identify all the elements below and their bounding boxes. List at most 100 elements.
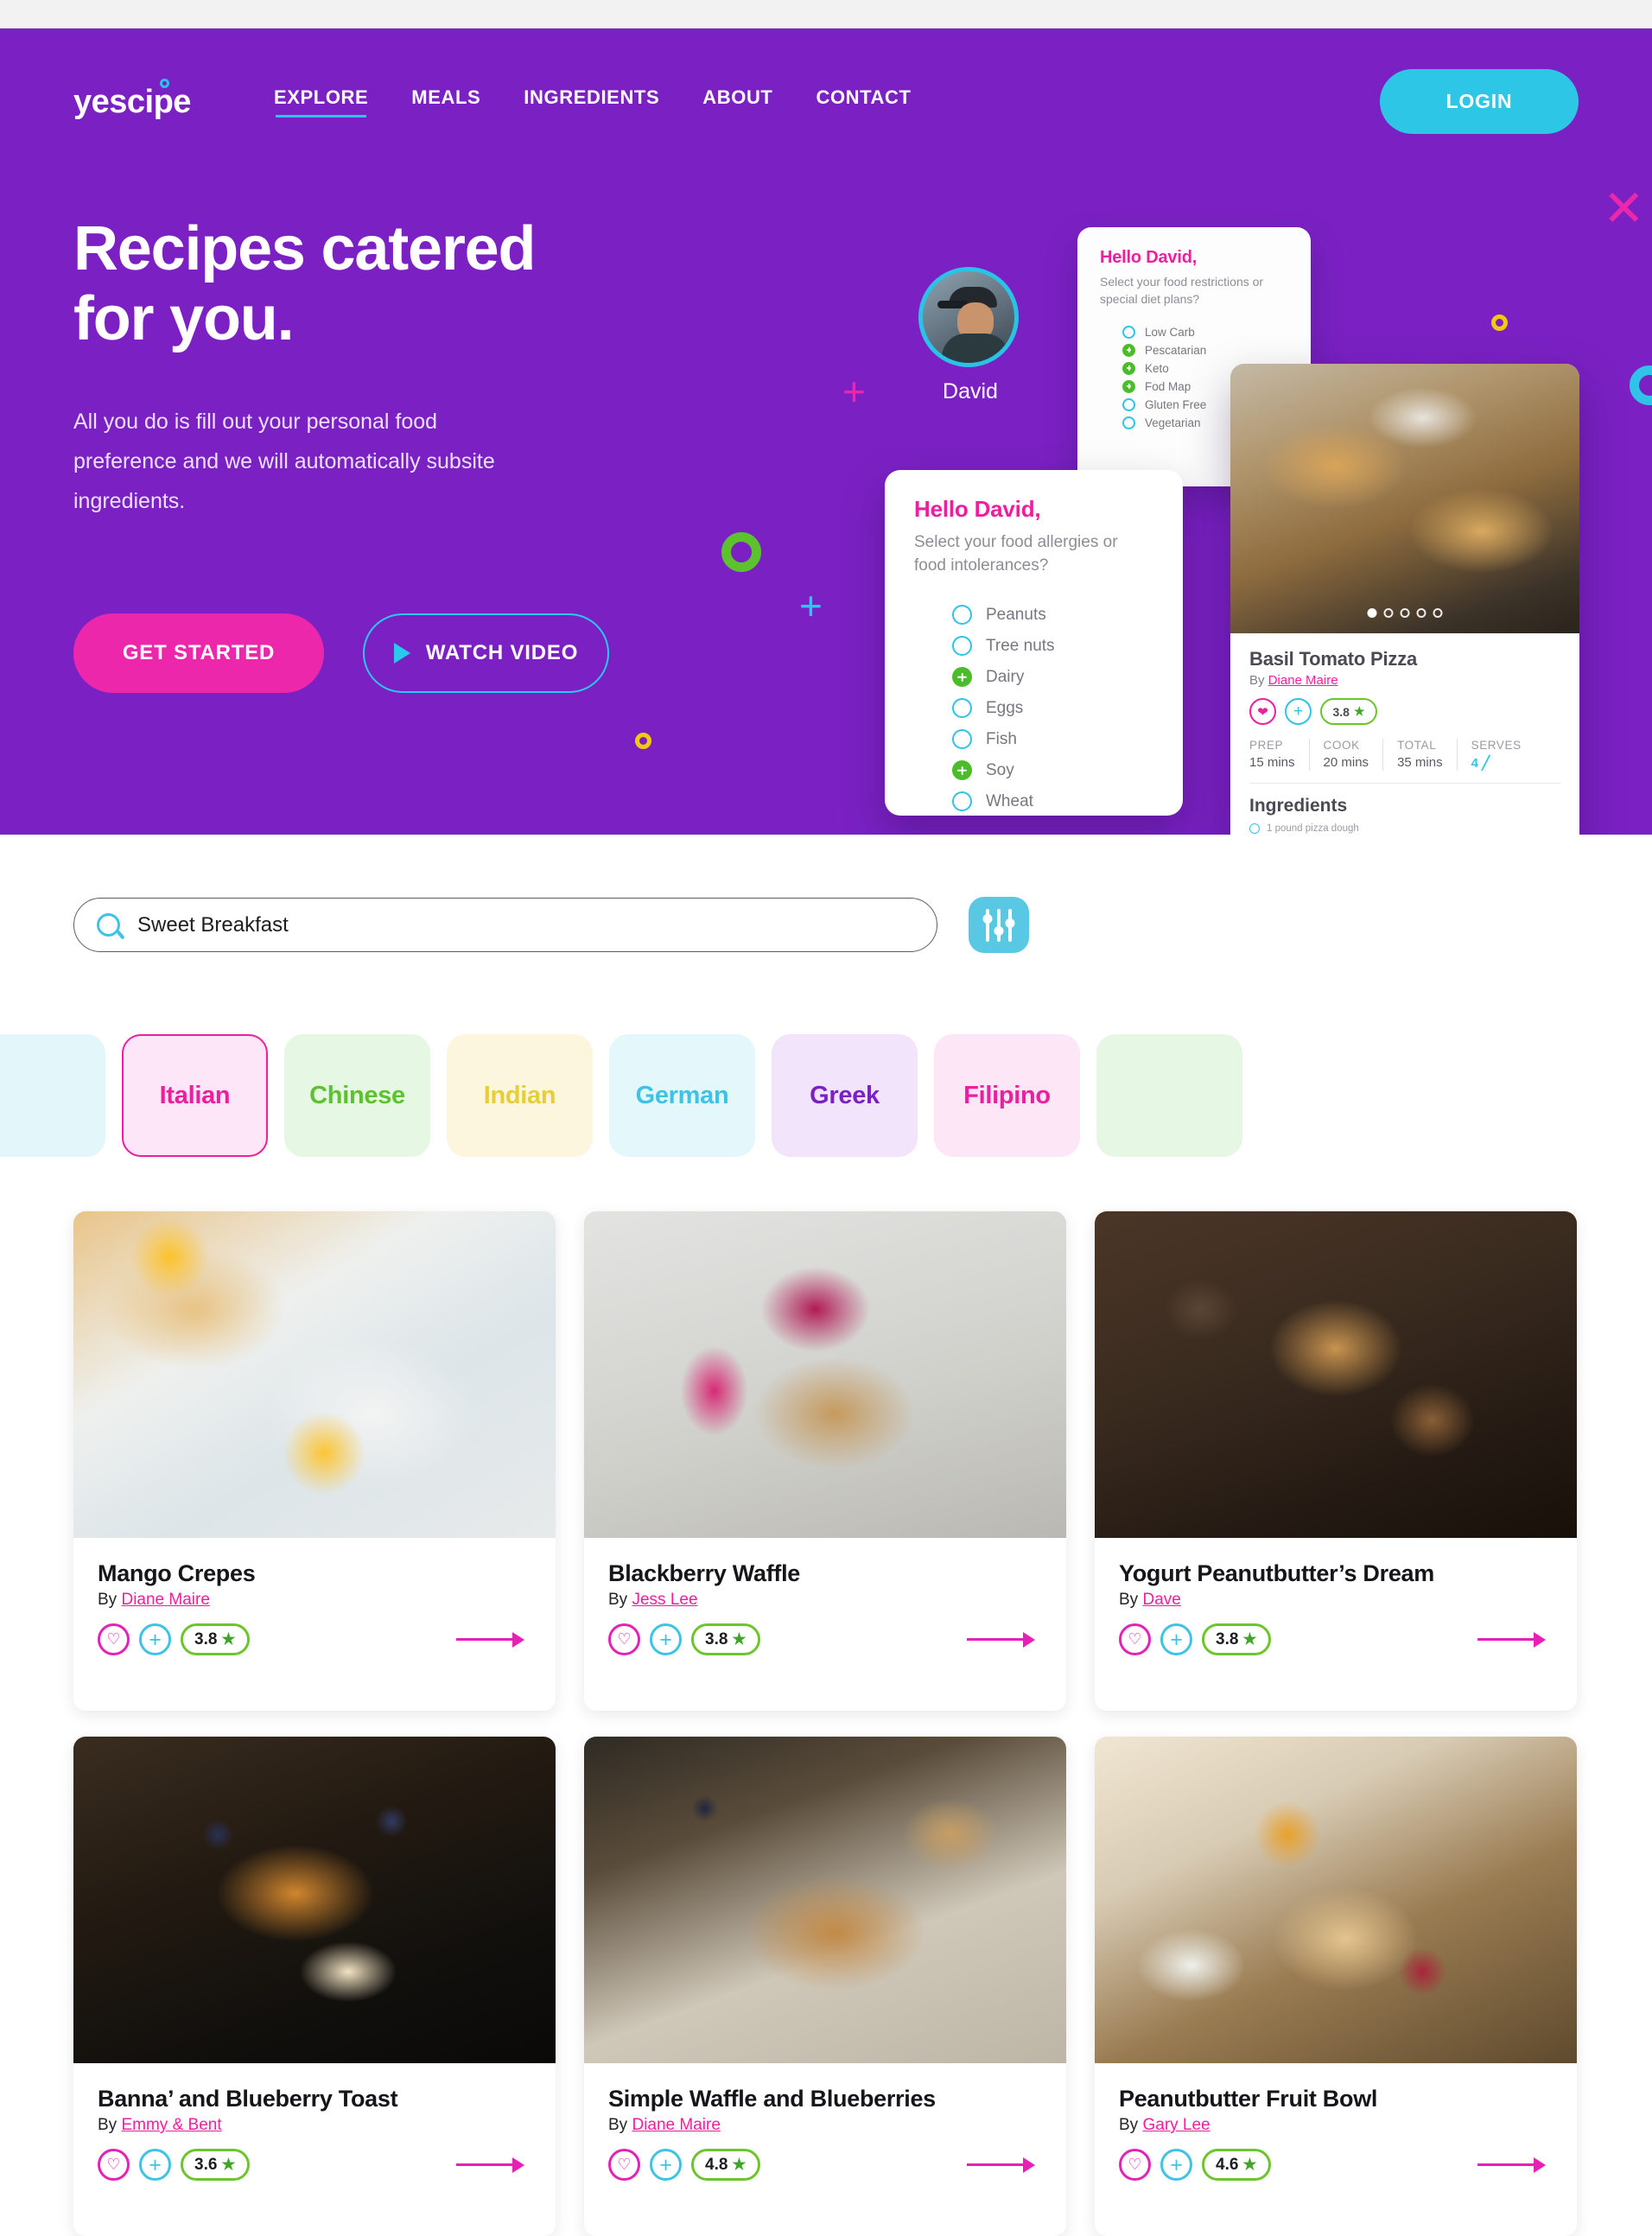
heart-icon[interactable]: ♡ [1119,2149,1151,2181]
meta-total: TOTAL 35 mins [1383,739,1458,771]
cuisine-chip-italian[interactable]: Italian [122,1034,268,1157]
diet-option[interactable]: Low Carb [1122,325,1288,339]
hero-title-line-2: for you. [73,284,295,354]
by-prefix: By [98,1591,118,1609]
search-box[interactable] [73,898,937,952]
nav-link-meals[interactable]: MEALS [411,86,480,118]
nav-link-about[interactable]: ABOUT [702,86,772,118]
nav-link-contact[interactable]: CONTACT [816,86,911,118]
recipe-card[interactable]: Yogurt Peanutbutter’s Dream By Dave ♡ + … [1095,1211,1577,1711]
allergy-option[interactable]: Tree nuts [952,636,1153,657]
carousel-dot-icon[interactable] [1383,608,1394,618]
heart-icon[interactable]: ♡ [1119,1623,1151,1655]
slider-icon [1008,908,1012,942]
checkbox-checked-icon[interactable] [1122,343,1135,357]
carousel-dot-icon[interactable] [1367,608,1377,618]
heart-icon[interactable]: ❤ [1249,698,1276,725]
recipe-card-author-link[interactable]: Gary Lee [1142,2116,1210,2134]
checkbox-empty-icon[interactable] [952,605,972,626]
by-prefix: By [1249,673,1265,688]
recipe-card[interactable]: Banna’ and Blueberry Toast By Emmy & Ben… [73,1737,556,2236]
heart-icon[interactable]: ♡ [608,2149,640,2181]
carousel-dot-icon[interactable] [1400,608,1410,618]
brand-logo[interactable]: yescipe [73,78,191,121]
allergy-option[interactable]: Dairy [952,667,1153,688]
avatar [918,267,1019,367]
open-recipe-arrow-icon[interactable] [967,1631,1035,1648]
recipe-card-author-link[interactable]: Emmy & Bent [121,2116,221,2134]
plus-icon[interactable]: + [139,1623,171,1655]
heart-icon[interactable]: ♡ [98,2149,130,2181]
allergy-option[interactable]: Eggs [952,698,1153,719]
cuisine-chip-partial-right[interactable] [1096,1034,1242,1157]
cuisine-chip-chinese[interactable]: Chinese [284,1034,430,1157]
cuisine-chip-greek[interactable]: Greek [772,1034,918,1157]
open-recipe-arrow-icon[interactable] [1477,2157,1546,2173]
recipe-card-author-link[interactable]: Dave [1142,1591,1180,1609]
recipe-card-author-link[interactable]: Diane Maire [632,2116,720,2134]
recipe-card[interactable]: Peanutbutter Fruit Bowl By Gary Lee ♡ + … [1095,1737,1577,2236]
heart-icon[interactable]: ♡ [98,1623,130,1655]
nav-link-explore[interactable]: EXPLORE [274,86,368,118]
cuisine-chip-german[interactable]: German [609,1034,755,1157]
ingredient-item[interactable]: 1 pound pizza dough [1249,823,1560,834]
checkbox-checked-icon[interactable] [1122,361,1135,375]
recipe-card-footer: ♡ + 3.8 ★ [98,1623,531,1655]
checkbox-checked-icon[interactable] [952,667,972,688]
allergy-option[interactable]: Wheat [952,791,1153,812]
allergy-option[interactable]: Soy [952,760,1153,781]
checkbox-empty-icon[interactable] [1122,416,1135,429]
open-recipe-arrow-icon[interactable] [456,1631,524,1648]
plus-icon[interactable]: + [650,1623,682,1655]
nav-link-ingredients[interactable]: INGREDIENTS [524,86,659,118]
carousel-dot-icon[interactable] [1433,608,1443,618]
carousel-dots[interactable] [1367,608,1443,618]
allergy-option[interactable]: Peanuts [952,605,1153,626]
open-recipe-arrow-icon[interactable] [1477,1631,1546,1648]
meta-key: SERVES [1471,739,1522,752]
plus-icon[interactable]: + [1160,1623,1192,1655]
cuisine-chip-indian[interactable]: Indian [447,1034,593,1157]
recipe-card-author-line: By Emmy & Bent [98,2116,531,2135]
recipe-card-author-line: By Diane Maire [98,1591,531,1610]
cuisine-chip-filipino[interactable]: Filipino [934,1034,1080,1157]
recipe-card[interactable]: Blackberry Waffle By Jess Lee ♡ + 3.8 ★ [584,1211,1066,1711]
plus-icon[interactable]: + [1160,2149,1192,2181]
search-input[interactable] [137,912,914,937]
filter-button[interactable] [969,897,1029,953]
recipe-card-title: Banna’ and Blueberry Toast [98,2086,398,2112]
heart-icon[interactable]: ♡ [608,1623,640,1655]
diet-option[interactable]: Pescatarian [1122,343,1288,357]
open-recipe-arrow-icon[interactable] [456,2157,524,2173]
recipe-card-photo [1095,1737,1577,2063]
checkbox-checked-icon[interactable] [952,760,972,781]
checkbox-empty-icon[interactable] [1249,823,1260,834]
allergy-option[interactable]: Fish [952,729,1153,750]
edit-pencil-icon[interactable]: ╱ [1482,756,1490,771]
cuisine-chip-partial-left[interactable] [0,1034,105,1157]
checkbox-empty-icon[interactable] [1122,397,1135,411]
checkbox-empty-icon[interactable] [1122,325,1135,339]
carousel-dot-icon[interactable] [1416,608,1426,618]
login-button[interactable]: LOGIN [1380,69,1579,134]
recipe-card-author-link[interactable]: Diane Maire [121,1591,209,1609]
get-started-button[interactable]: GET STARTED [73,613,324,693]
checkbox-checked-icon[interactable] [1122,379,1135,393]
checkbox-empty-icon[interactable] [952,698,972,719]
plus-icon[interactable]: + [139,2149,171,2181]
checkbox-empty-icon[interactable] [952,729,972,750]
open-recipe-arrow-icon[interactable] [967,2157,1035,2173]
ingredients-list: 1 pound pizza dough 1/3 cup basil, plus … [1249,823,1560,835]
checkbox-empty-icon[interactable] [952,636,972,657]
checkbox-empty-icon[interactable] [952,791,972,812]
meta-value[interactable]: 4 ╱ [1471,755,1522,771]
plus-icon[interactable]: + [650,2149,682,2181]
recipe-detail-author-link[interactable]: Diane Maire [1268,673,1338,688]
recipe-card-author-link[interactable]: Jess Lee [632,1591,697,1609]
recipe-card[interactable]: Simple Waffle and Blueberries By Diane M… [584,1737,1066,2236]
plus-icon[interactable]: + [1285,698,1312,725]
logo-dot-icon [160,78,169,88]
recipe-card[interactable]: Mango Crepes By Diane Maire ♡ + 3.8 ★ [73,1211,556,1711]
watch-video-button[interactable]: WATCH VIDEO [363,613,609,693]
plus-decoration-icon: + [842,369,866,414]
